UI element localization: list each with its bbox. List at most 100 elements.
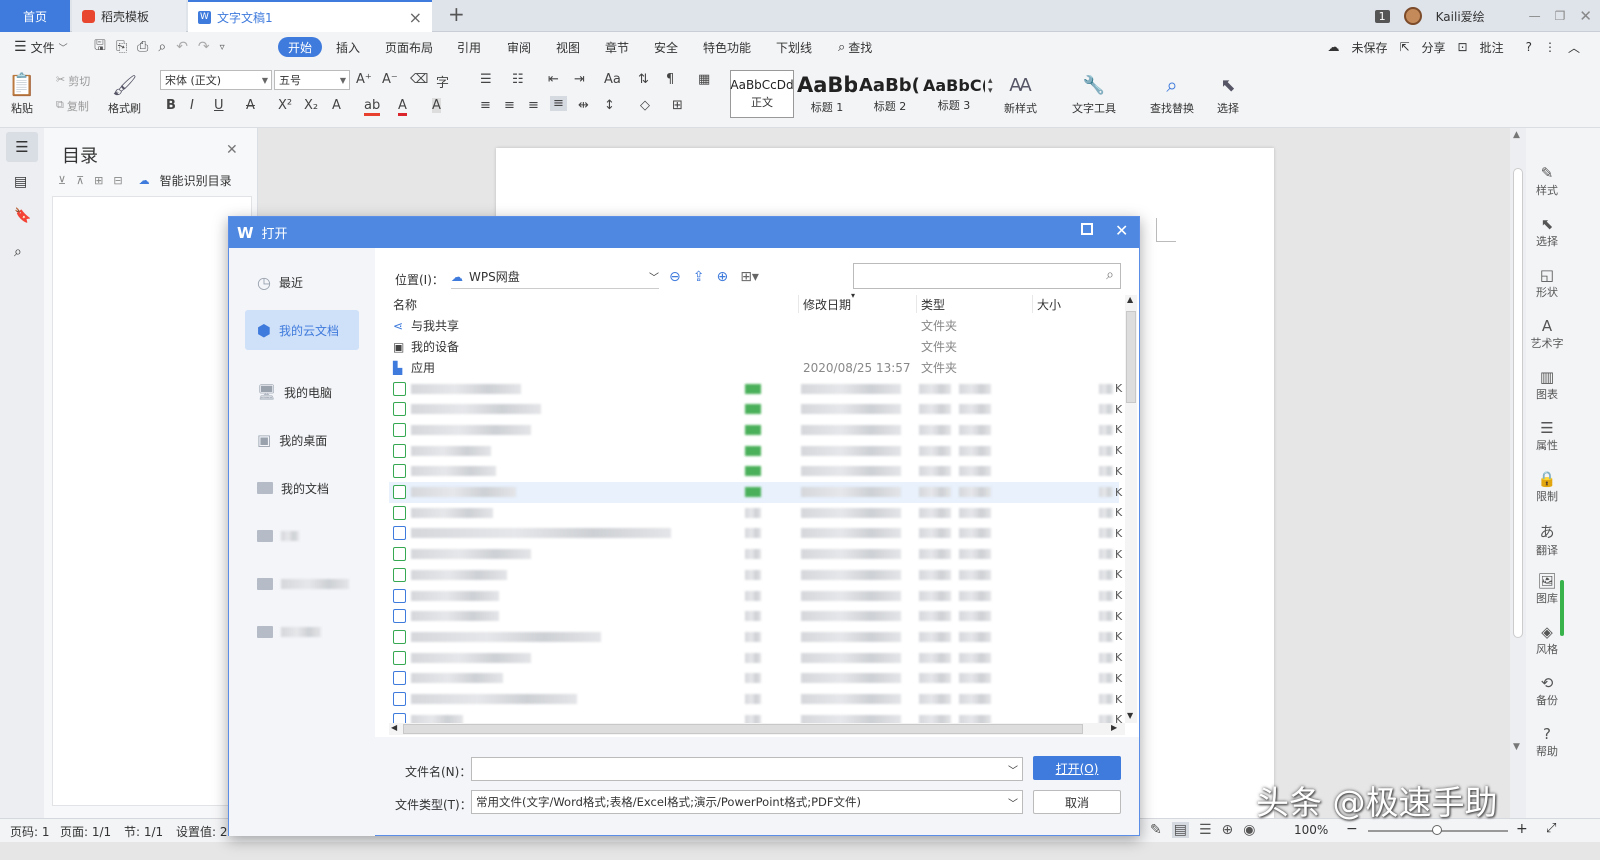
menu-file[interactable]: ☰ 文件 ﹀ — [14, 32, 68, 62]
comment-button[interactable]: 批注 — [1480, 39, 1504, 56]
copy-button[interactable]: ⧉ 复制 — [56, 98, 89, 114]
sidebar-item-documents[interactable]: 我的文档 — [245, 468, 359, 508]
shrink-font-icon[interactable]: A⁻ — [382, 72, 398, 87]
window-count-badge[interactable]: 1 — [1374, 9, 1390, 23]
font-color-icon[interactable]: A — [398, 98, 407, 116]
style-heading-2[interactable]: AaBb( 标题 2 — [858, 70, 922, 118]
filetype-select[interactable]: 常用文件(文字/Word格式;表格/Excel格式;演示/PowerPoint格… — [471, 790, 1023, 814]
style-normal[interactable]: AaBbCcDd 正文 — [730, 70, 794, 118]
rail-chart[interactable]: ▥ 图表 — [1530, 368, 1564, 402]
menu-item-start[interactable]: 开始 — [278, 37, 323, 57]
back-icon[interactable]: ⊖ — [669, 269, 681, 285]
table-row[interactable]: K — [389, 606, 1122, 627]
print-preview-icon[interactable]: ⌕ — [158, 39, 166, 55]
bullet-list-icon[interactable]: ☰ — [480, 72, 492, 87]
increase-indent-icon[interactable]: ⇥ — [574, 72, 585, 87]
table-row[interactable]: K — [389, 564, 1122, 585]
rail-wordart[interactable]: A 艺术字 — [1530, 317, 1564, 351]
scroll-down-icon[interactable]: ▼ — [1513, 742, 1520, 752]
table-row[interactable]: K — [389, 626, 1122, 647]
up-folder-icon[interactable]: ⇪ — [693, 269, 705, 285]
close-dialog-icon[interactable]: ✕ — [1115, 221, 1128, 240]
style-heading-3[interactable]: AaBbC( 标题 3 — [922, 70, 986, 118]
menu-item-chapter[interactable]: 章节 — [605, 32, 629, 62]
format-painter-button[interactable]: 🖌 格式刷 — [108, 70, 141, 116]
add-heading-icon[interactable]: ⊞ — [94, 174, 103, 187]
list-item[interactable]: ▙ 应用 2020/08/25 13:57 文件夹 — [389, 357, 1119, 378]
table-row[interactable]: K — [389, 647, 1122, 668]
sidebar-item-computer[interactable]: 🖥 我的电脑 — [245, 372, 359, 412]
italic-icon[interactable]: I — [190, 98, 194, 113]
menu-item-review[interactable]: 审阅 — [507, 32, 531, 62]
new-folder-icon[interactable]: ⊕ — [716, 269, 728, 285]
underline-icon[interactable]: U — [214, 98, 224, 113]
sort-icon[interactable]: ⇅ — [638, 72, 649, 87]
rail-styles[interactable]: ✎ 样式 — [1530, 164, 1564, 198]
column-size[interactable]: 大小 — [1033, 295, 1125, 313]
borders-icon[interactable]: ⊞ — [672, 98, 683, 113]
pages-view-icon[interactable]: ▤ — [14, 174, 27, 190]
paste-button[interactable]: 📋 粘贴 — [8, 70, 35, 116]
unsaved-status[interactable]: 未保存 — [1351, 39, 1387, 56]
cancel-button[interactable]: 取消 — [1033, 790, 1121, 814]
table-row[interactable]: K — [389, 481, 1122, 503]
rail-gallery[interactable]: 🖼 图库 — [1530, 572, 1564, 606]
share-button[interactable]: 分享 — [1422, 39, 1446, 56]
align-right-icon[interactable]: ≡ — [528, 98, 539, 113]
list-scrollbar[interactable]: ▲ ▼ — [1125, 295, 1137, 723]
show-marks-icon[interactable]: ¶ — [666, 72, 674, 87]
help-icon[interactable]: ? — [1526, 40, 1532, 54]
sidebar-item-desktop[interactable]: ▣ 我的桌面 — [245, 420, 359, 460]
table-row[interactable]: K — [389, 378, 1122, 399]
more-icon[interactable]: ⋮ — [1544, 40, 1556, 54]
new-tab-icon[interactable]: + — [448, 2, 465, 26]
table-row[interactable]: K — [389, 544, 1122, 565]
zoom-slider-thumb[interactable] — [1432, 825, 1442, 835]
rail-select[interactable]: ⬉ 选择 — [1530, 215, 1564, 249]
style-heading-1[interactable]: AaBb 标题 1 — [796, 70, 858, 118]
scroll-up-icon[interactable]: ▲ — [1513, 130, 1520, 140]
edit-mode-icon[interactable]: ✎ — [1150, 822, 1162, 838]
status-settings[interactable]: 设置值: 2. — [176, 823, 231, 840]
highlight-icon[interactable]: ab — [364, 98, 381, 116]
menu-item-reference[interactable]: 引用 — [457, 32, 481, 62]
outline-view-icon[interactable]: ☰ — [1199, 822, 1212, 838]
rail-help[interactable]: ? 帮助 — [1530, 725, 1564, 759]
table-row[interactable]: K — [389, 502, 1122, 523]
sidebar-item-hidden-2[interactable] — [245, 564, 359, 604]
scroll-thumb[interactable] — [1513, 168, 1523, 638]
phonetic-icon[interactable]: 字 — [436, 72, 449, 91]
minimize-icon[interactable]: — — [1529, 9, 1541, 23]
tab-template[interactable]: 稻壳模板 — [72, 0, 186, 32]
table-row[interactable]: K — [389, 399, 1122, 420]
styles-scroll-icon[interactable]: ▴ ▾ — [988, 76, 993, 96]
new-style-button[interactable]: Ꜳ 新样式 — [1004, 70, 1037, 116]
hscroll-thumb[interactable] — [403, 724, 1083, 734]
hscrollbar[interactable]: ◀ ▶ — [389, 723, 1125, 735]
tab-home[interactable]: 首页 — [0, 0, 70, 32]
export-icon[interactable]: ⎘ — [116, 39, 127, 55]
smart-toc-button[interactable]: 智能识别目录 — [160, 172, 232, 189]
avatar[interactable] — [1403, 7, 1422, 25]
print-icon[interactable]: ⎙ — [137, 39, 148, 55]
table-row[interactable]: K — [389, 461, 1122, 482]
scroll-thumb[interactable] — [1126, 311, 1136, 403]
scroll-left-icon[interactable]: ◀ — [391, 723, 397, 732]
distribute-icon[interactable]: ⇹ — [578, 98, 589, 113]
rail-properties[interactable]: ☰ 属性 — [1530, 419, 1564, 453]
numbered-list-icon[interactable]: ☷ — [512, 72, 524, 87]
close-window-icon[interactable]: ✕ — [1579, 7, 1592, 25]
expand-icon[interactable]: ⊻ — [58, 174, 66, 187]
font-select[interactable]: 宋体 (正文) ▼ — [160, 70, 272, 90]
menu-item-security[interactable]: 安全 — [654, 32, 678, 62]
bookmark-icon[interactable]: 🔖 — [14, 208, 31, 224]
font-size-select[interactable]: 五号 ▼ — [274, 70, 350, 90]
sidebar-item-cloud[interactable]: ⬢ 我的云文档 — [245, 310, 359, 350]
rail-restrict[interactable]: 🔒 限制 — [1530, 470, 1564, 504]
list-item[interactable]: ⋖ 与我共享 文件夹 — [389, 315, 1119, 336]
scroll-up-icon[interactable]: ▲ — [1127, 295, 1133, 304]
maximize-dialog-icon[interactable] — [1081, 223, 1093, 235]
align-center-icon[interactable]: ≡ — [504, 98, 515, 113]
collapse-ribbon-icon[interactable]: ︿ — [1568, 39, 1580, 56]
column-date[interactable]: 修改日期 ▾ — [799, 291, 917, 313]
